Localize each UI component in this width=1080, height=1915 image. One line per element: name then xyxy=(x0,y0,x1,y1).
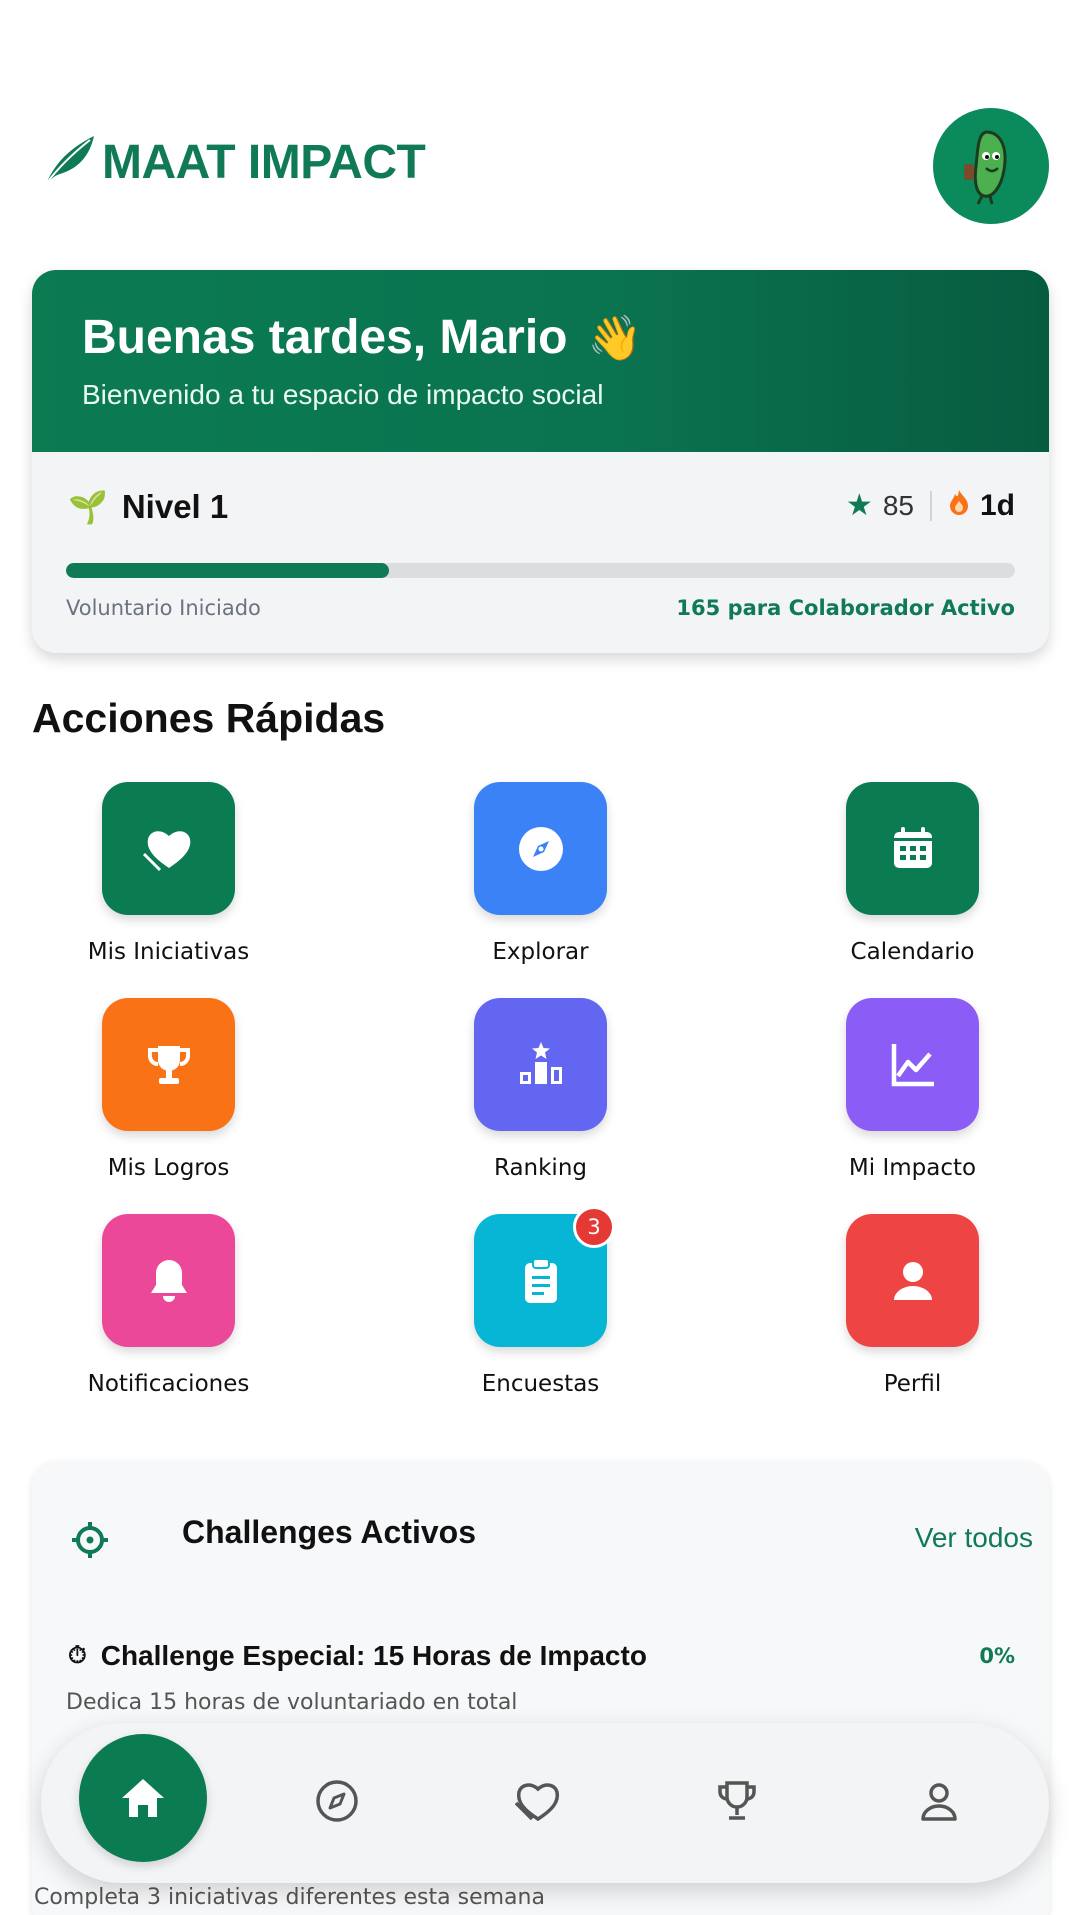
trophy-icon xyxy=(718,1781,756,1820)
quick-actions-title: Acciones Rápidas xyxy=(32,695,386,741)
quick-action-label: Perfil xyxy=(883,1371,942,1397)
greeting: Buenas tardes, Mario 👋 xyxy=(82,310,1049,365)
chart-line-icon xyxy=(891,1043,934,1086)
trophy-icon xyxy=(147,1045,190,1084)
stats-divider xyxy=(929,490,932,521)
clipboard-icon xyxy=(524,1257,557,1303)
ranking-icon xyxy=(519,1041,562,1084)
nav-explore-button[interactable] xyxy=(309,1773,365,1829)
app-header: MAAT IMPACT xyxy=(0,0,1080,260)
level-row: 🌱 Nivel 1 xyxy=(68,488,228,526)
wave-emoji-icon: 👋 xyxy=(587,313,643,363)
quick-action-perfil[interactable]: Perfil xyxy=(743,1214,1080,1404)
crosshair-icon xyxy=(70,1520,110,1564)
nav-achievements-button[interactable] xyxy=(709,1773,765,1829)
sprout-icon: 🌱 xyxy=(68,488,108,526)
flame-icon xyxy=(948,489,970,522)
quick-action-ranking[interactable]: Ranking xyxy=(371,998,710,1188)
quick-action-label: Explorar xyxy=(492,939,589,965)
nav-profile-button[interactable] xyxy=(911,1773,967,1829)
brand-name: MAAT IMPACT xyxy=(102,135,426,189)
challenge-description-2: Completa 3 iniciativas diferentes esta s… xyxy=(34,1885,545,1910)
user-icon xyxy=(921,1783,957,1821)
challenges-title: Challenges Activos xyxy=(182,1514,477,1550)
quick-action-tile[interactable] xyxy=(474,998,607,1131)
calendar-icon xyxy=(893,826,932,868)
quick-action-tile[interactable] xyxy=(102,998,235,1131)
quick-action-tile[interactable] xyxy=(846,782,979,915)
level-next-text: 165 para Colaborador Activo xyxy=(676,596,1015,620)
challenge-title-text: Challenge Especial: 15 Horas de Impacto xyxy=(100,1640,647,1671)
quick-action-notificaciones[interactable]: Notificaciones xyxy=(0,1214,338,1404)
level-stats: ★ 85 1d xyxy=(846,488,1015,523)
heart-hand-icon xyxy=(514,1783,560,1822)
level-panel[interactable]: 🌱 Nivel 1 ★ 85 1d Voluntario Iniciado 16… xyxy=(32,452,1049,653)
surveys-count-badge: 3 xyxy=(573,1206,615,1248)
quick-action-calendario[interactable]: Calendario xyxy=(743,782,1080,972)
level-progress-bar xyxy=(66,563,1015,578)
quick-action-label: Notificaciones xyxy=(87,1371,250,1397)
welcome-banner: Buenas tardes, Mario 👋 Bienvenido a tu e… xyxy=(32,270,1049,452)
quick-action-explorar[interactable]: Explorar xyxy=(371,782,710,972)
quick-action-label: Mi Impacto xyxy=(848,1155,977,1181)
level-current-title: Voluntario Iniciado xyxy=(66,596,261,620)
stopwatch-icon: ⏱ xyxy=(68,1642,87,1669)
quick-actions-grid: Mis Iniciativas Explorar Calendario Mis … xyxy=(32,782,1049,1404)
compass-icon xyxy=(316,1780,358,1822)
brand-logo[interactable]: MAAT IMPACT xyxy=(40,132,426,192)
quick-action-encuestas[interactable]: 3 Encuestas xyxy=(371,1206,710,1404)
quick-action-label: Mis Iniciativas xyxy=(87,939,250,965)
quick-action-label: Calendario xyxy=(850,939,975,965)
quick-action-tile[interactable] xyxy=(102,782,235,915)
quick-action-tile[interactable]: 3 xyxy=(474,1206,615,1347)
level-label: Nivel 1 xyxy=(121,488,229,525)
bottom-navigation xyxy=(41,1723,1049,1883)
compass-icon xyxy=(518,826,563,871)
bell-icon xyxy=(150,1259,187,1302)
heart-hand-icon xyxy=(142,830,190,871)
level-progress-fill xyxy=(66,563,389,578)
user-icon xyxy=(893,1261,932,1300)
challenge-description: Dedica 15 horas de voluntariado en total xyxy=(66,1690,518,1715)
quick-action-label: Mis Logros xyxy=(107,1155,230,1181)
quick-action-label: Ranking xyxy=(493,1155,588,1181)
leaf-icon xyxy=(40,132,98,192)
quick-action-tile[interactable] xyxy=(474,782,607,915)
challenge-percent: 0% xyxy=(979,1644,1015,1668)
nav-initiatives-button[interactable] xyxy=(510,1773,566,1829)
quick-action-tile[interactable] xyxy=(846,998,979,1131)
quick-action-mi-impacto[interactable]: Mi Impacto xyxy=(743,998,1080,1188)
star-icon: ★ xyxy=(845,489,873,522)
challenge-item-title[interactable]: ⏱ Challenge Especial: 15 Horas de Impact… xyxy=(68,1640,647,1672)
quick-action-mis-logros[interactable]: Mis Logros xyxy=(0,998,338,1188)
welcome-subtitle: Bienvenido a tu espacio de impacto socia… xyxy=(82,379,604,410)
quick-action-tile[interactable] xyxy=(102,1214,235,1347)
greeting-text: Buenas tardes, Mario xyxy=(82,311,568,364)
mascot-avatar-icon xyxy=(964,130,1007,205)
quick-action-label: Encuestas xyxy=(481,1371,600,1397)
avatar[interactable] xyxy=(933,108,1049,224)
quick-action-mis-iniciativas[interactable]: Mis Iniciativas xyxy=(0,782,338,972)
welcome-card: Buenas tardes, Mario 👋 Bienvenido a tu e… xyxy=(32,270,1049,653)
streak-value: 1d xyxy=(979,488,1015,522)
nav-home-button[interactable] xyxy=(79,1734,207,1862)
home-icon xyxy=(122,1779,164,1817)
points-value: 85 xyxy=(882,489,914,521)
quick-action-tile[interactable] xyxy=(846,1214,979,1347)
see-all-challenges-link[interactable]: Ver todos xyxy=(915,1522,1033,1554)
